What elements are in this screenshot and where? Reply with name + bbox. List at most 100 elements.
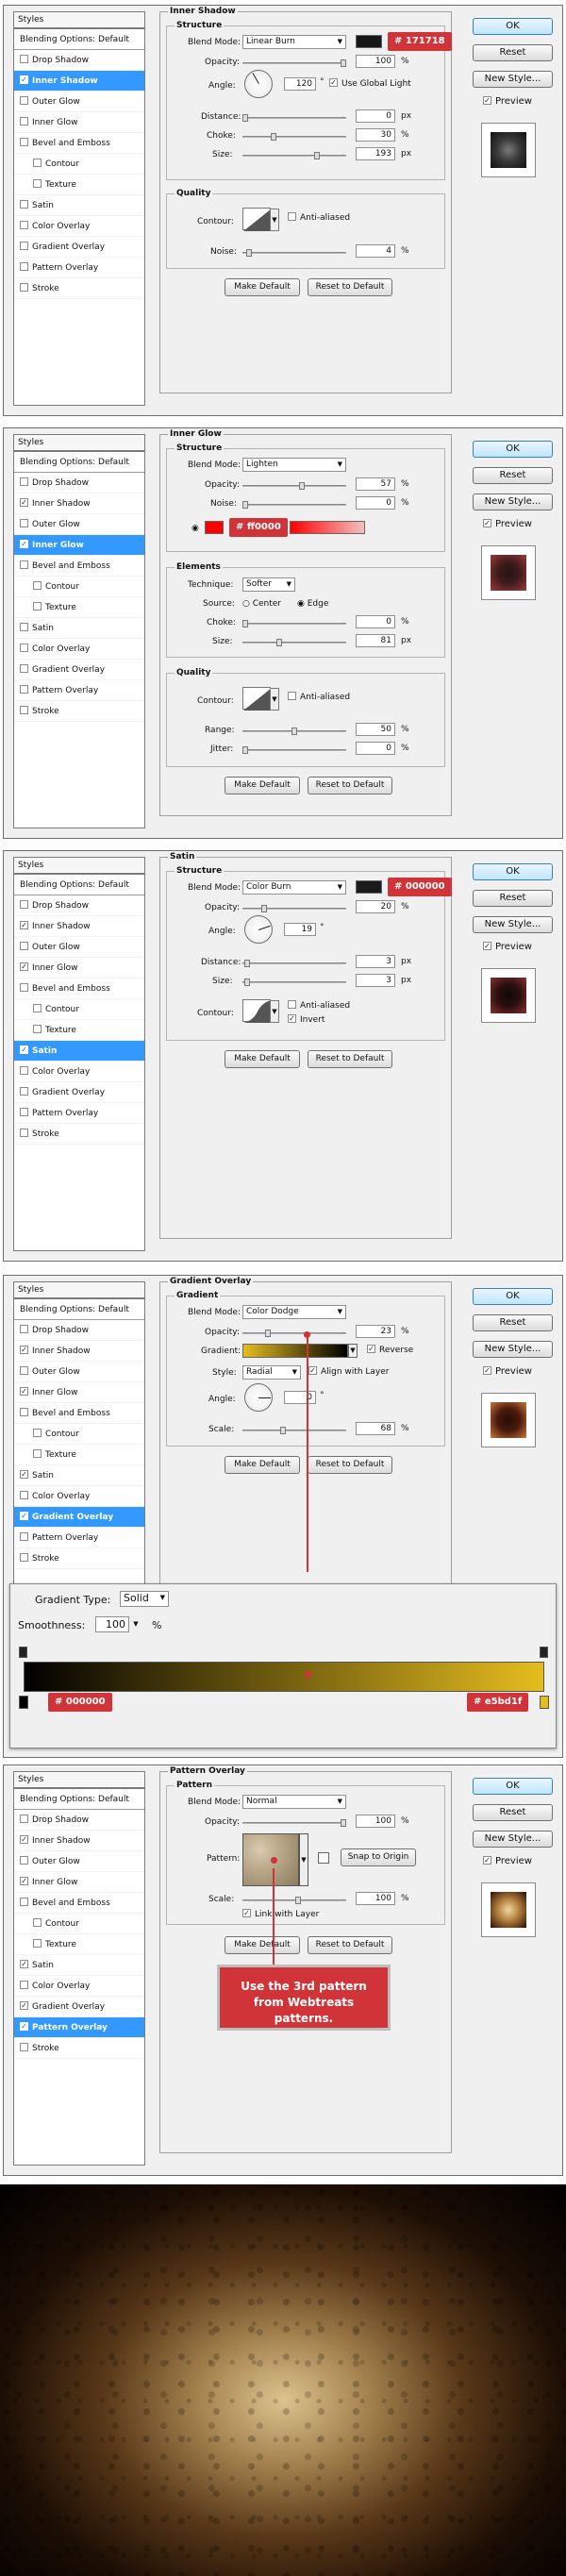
preview-checkbox[interactable]: ✓ Preview [483,941,532,952]
reset-button[interactable]: Reset [473,890,553,907]
inner-shadow-item[interactable]: ✓ Inner Shadow [14,916,144,937]
bevel-emboss-item[interactable]: Bevel and Emboss [14,979,144,999]
make-default-button[interactable]: Make Default [225,1050,300,1068]
inner-shadow-item[interactable]: ✓ Inner Shadow [14,1341,144,1362]
checkbox-icon[interactable] [20,519,28,527]
angle-dial-icon[interactable] [244,915,273,944]
new-style-button[interactable]: New Style... [473,71,553,88]
contour-item[interactable]: Contour [14,1914,144,1934]
scale-input[interactable]: 68 [356,1422,395,1435]
checkbox-icon[interactable] [20,1108,28,1116]
anti-aliased-checkbox[interactable]: Anti-aliased [288,212,350,223]
bevel-emboss-item[interactable]: Bevel and Emboss [14,133,144,154]
slider-knob[interactable] [280,1427,286,1434]
slider-knob[interactable] [242,620,248,627]
opacity-input[interactable]: 20 [356,900,395,913]
shadow-color-swatch[interactable] [356,35,382,48]
pattern-overlay-item[interactable]: Pattern Overlay [14,258,144,278]
make-default-button[interactable]: Make Default [225,1936,300,1954]
color-stop-left-icon[interactable] [19,1696,28,1709]
blending-options-item[interactable]: Blending Options: Default [14,1299,144,1320]
gradient-overlay-item[interactable]: Gradient Overlay [14,1082,144,1103]
checkbox-icon[interactable] [20,283,28,292]
satin-item[interactable]: Satin [14,195,144,216]
blending-options-item[interactable]: Blending Options: Default [14,29,144,50]
texture-item[interactable]: Texture [14,1934,144,1955]
checkbox-icon[interactable] [20,983,28,992]
pattern-overlay-item[interactable]: ✓ Pattern Overlay [14,2017,144,2038]
distance-slider[interactable] [242,114,346,122]
slider-knob[interactable] [265,1330,271,1337]
checked-checkbox-icon[interactable]: ✓ [20,2001,28,2010]
opacity-slider[interactable] [242,1330,346,1337]
opacity-input[interactable]: 57 [356,477,395,491]
dropdown-arrow-icon[interactable]: ▼ [270,209,279,231]
size-slider[interactable] [242,979,346,986]
blending-options-item[interactable]: Blending Options: Default [14,452,144,473]
inner-shadow-item[interactable]: ✓ Inner Shadow [14,71,144,92]
checkbox-icon[interactable] [20,560,28,569]
checked-checkbox-icon[interactable]: ✓ [20,2022,28,2031]
inner-glow-item[interactable]: ✓ Inner Glow [14,535,144,556]
range-input[interactable]: 50 [356,723,395,736]
stroke-item[interactable]: Stroke [14,2038,144,2059]
glow-color-swatch[interactable] [205,521,224,534]
dropdown-arrow-icon[interactable]: ▼ [348,1344,358,1358]
checkbox-icon[interactable] [20,96,28,105]
checkbox-icon[interactable] [20,1408,28,1416]
slider-knob[interactable] [276,639,282,646]
noise-slider[interactable] [242,501,346,509]
checkbox-icon[interactable] [33,1429,42,1437]
gradient-radio-swatch[interactable] [290,521,365,534]
slider-knob[interactable] [242,746,248,754]
new-style-button[interactable]: New Style... [473,493,553,510]
checkbox-icon[interactable] [20,221,28,229]
slider-knob[interactable] [246,249,252,257]
reset-to-default-button[interactable]: Reset to Default [308,777,392,795]
checkbox-icon[interactable] [20,1815,28,1823]
checkbox-icon[interactable] [20,1898,28,1906]
gradient-overlay-item[interactable]: Gradient Overlay [14,237,144,258]
slider-knob[interactable] [341,1819,346,1827]
opacity-slider[interactable] [242,482,346,490]
checkbox-icon[interactable] [20,1532,28,1541]
size-input[interactable]: 81 [356,634,395,647]
slider-knob[interactable] [244,979,250,986]
drop-shadow-item[interactable]: Drop Shadow [14,1810,144,1831]
contour-picker[interactable]: ▼ [242,999,279,1023]
checkbox-icon[interactable] [288,692,296,700]
choke-slider[interactable] [242,620,346,627]
slider-knob[interactable] [291,728,297,735]
checkbox-icon[interactable] [20,942,28,950]
blend-mode-select[interactable]: Linear Burn ▼ [242,35,346,49]
jitter-input[interactable]: 0 [356,742,395,755]
size-slider[interactable] [242,152,346,159]
pattern-overlay-item[interactable]: Pattern Overlay [14,1528,144,1548]
noise-input[interactable]: 4 [356,244,395,258]
checked-checkbox-icon[interactable]: ✓ [367,1345,375,1353]
reset-button[interactable]: Reset [473,44,553,61]
ok-button[interactable]: OK [473,1288,553,1305]
checkbox-icon[interactable] [20,900,28,909]
pattern-overlay-item[interactable]: Pattern Overlay [14,680,144,701]
checkbox-icon[interactable] [20,200,28,209]
contour-item[interactable]: Contour [14,577,144,597]
checkbox-icon[interactable] [20,644,28,652]
opacity-slider[interactable] [242,1819,346,1827]
checked-checkbox-icon[interactable]: ✓ [20,1877,28,1885]
checkbox-icon[interactable] [20,138,28,146]
checkbox-icon[interactable] [20,2043,28,2051]
gradient-picker[interactable] [242,1344,348,1358]
angle-input[interactable]: 19 [284,923,316,936]
contour-picker[interactable]: ▼ [242,208,279,231]
checkbox-icon[interactable] [20,1981,28,1989]
opacity-input[interactable]: 100 [356,55,395,68]
opacity-slider[interactable] [242,905,346,912]
ok-button[interactable]: OK [473,441,553,458]
distance-input[interactable]: 0 [356,109,395,123]
invert-checkbox[interactable]: ✓ Invert [288,1014,325,1025]
checked-checkbox-icon[interactable]: ✓ [20,75,28,84]
style-select[interactable]: Radial ▼ [242,1365,301,1380]
checkbox-icon[interactable] [33,179,42,188]
align-with-layer-checkbox[interactable]: ✓ Align with Layer [308,1366,389,1377]
